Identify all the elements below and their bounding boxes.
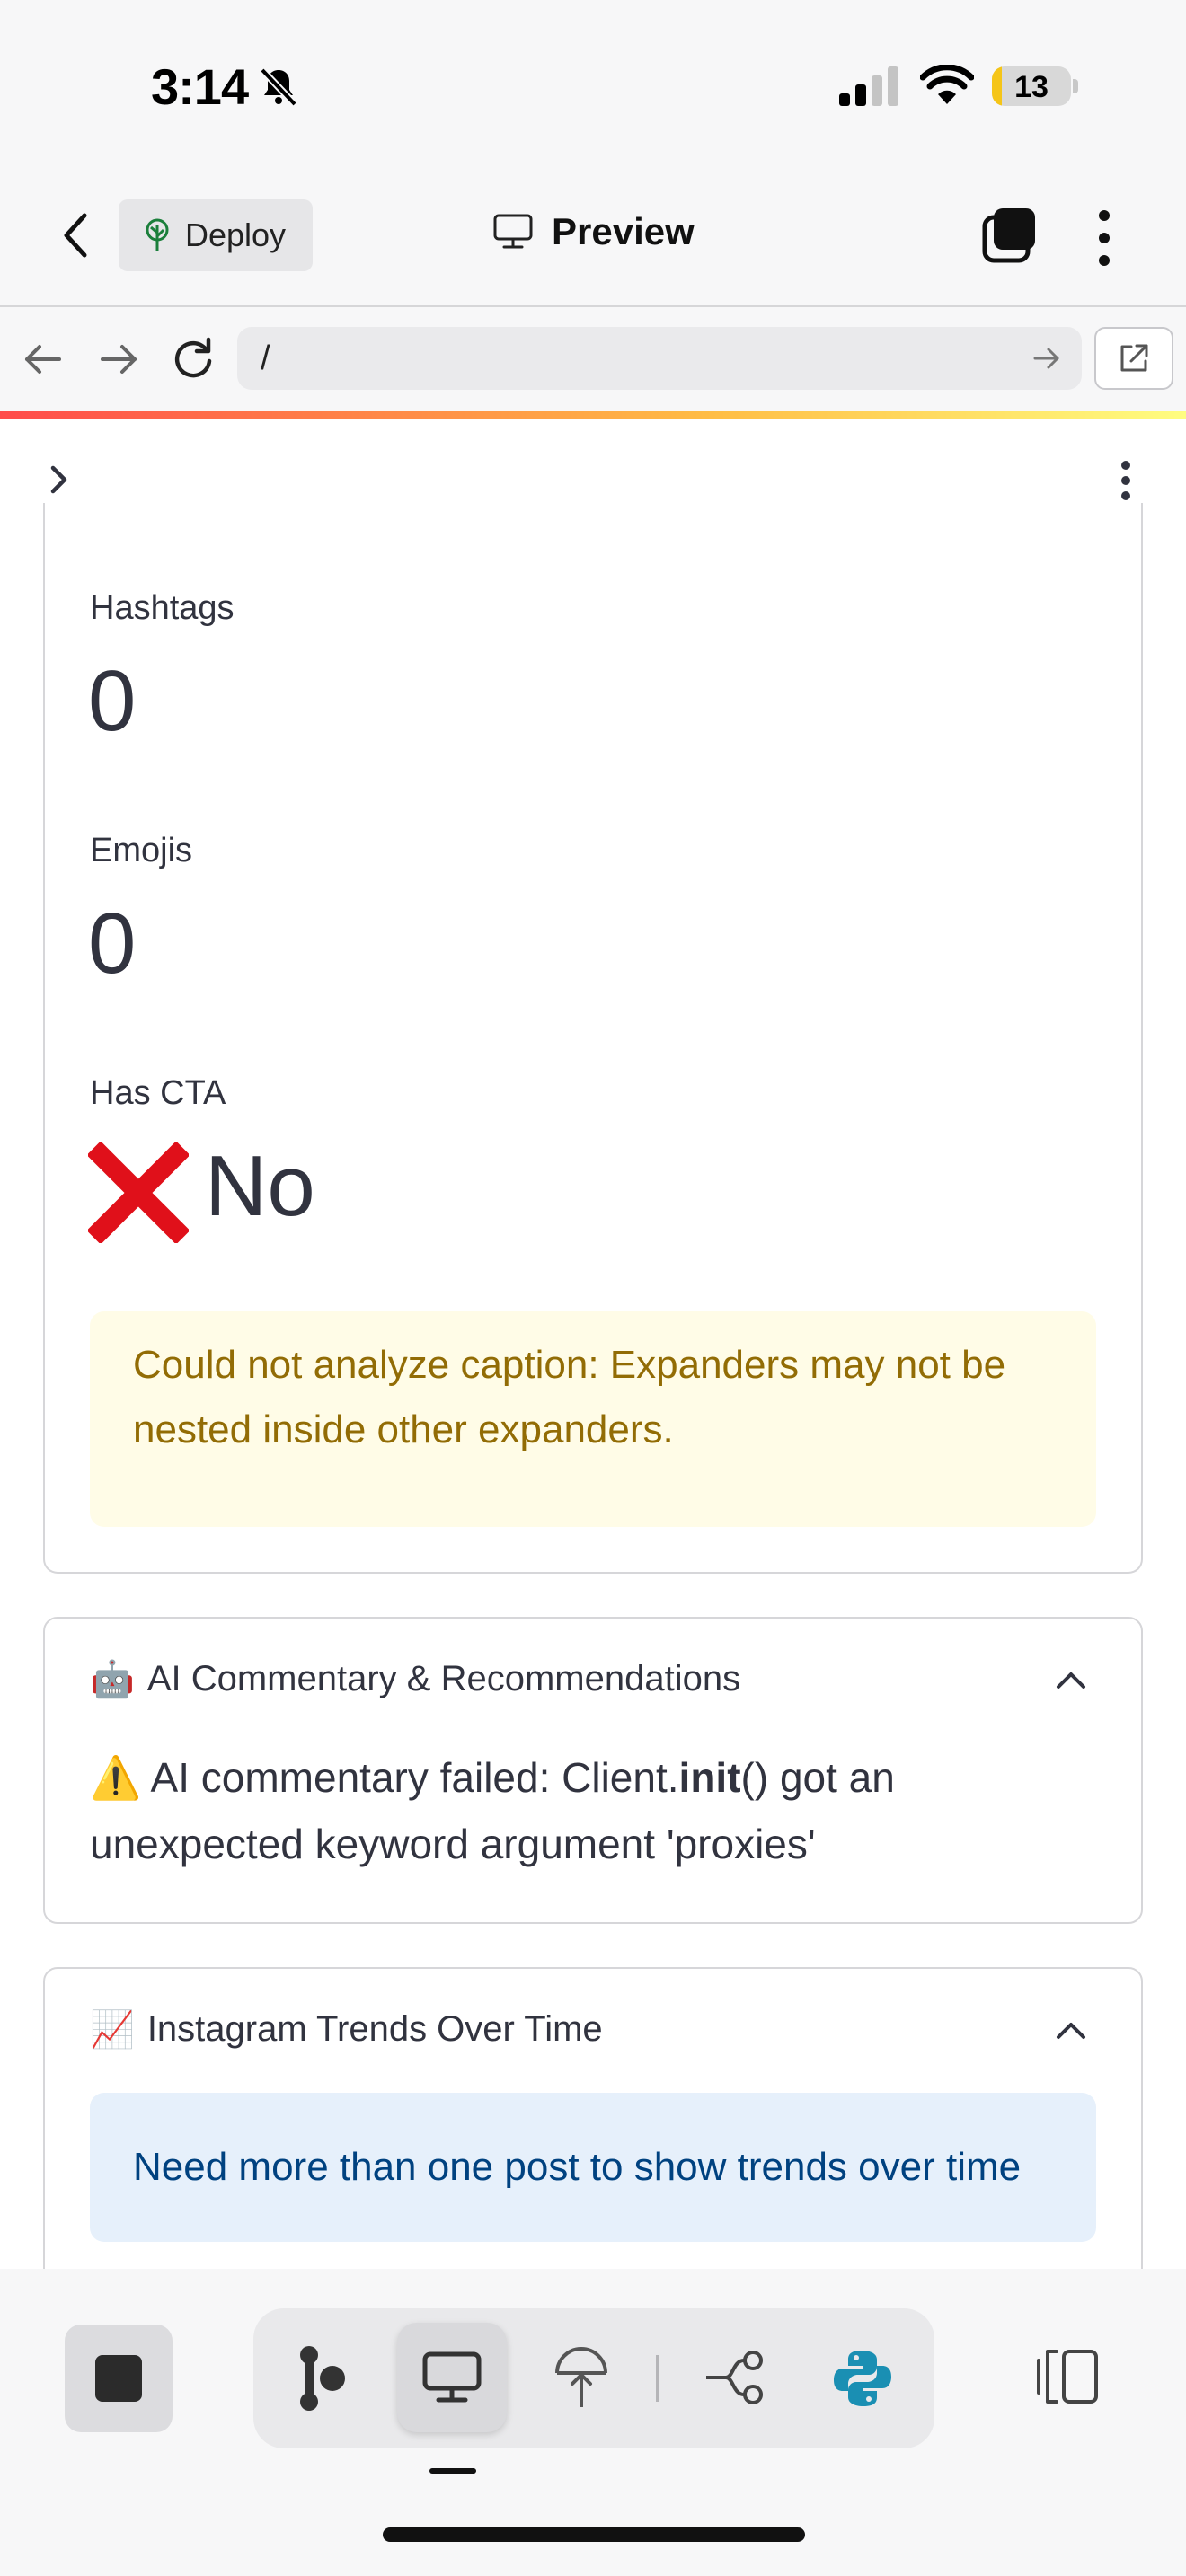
preview-title: Preview xyxy=(492,210,695,253)
cross-mark-icon xyxy=(88,1142,189,1243)
main-menu-icon[interactable] xyxy=(1114,460,1137,501)
split-view-icon[interactable] xyxy=(1035,2348,1102,2405)
monitor-icon xyxy=(422,2351,482,2403)
battery-indicator: 13 xyxy=(992,66,1071,106)
error-bold: init xyxy=(678,1754,741,1801)
trends-header[interactable]: 📈 Instagram Trends Over Time xyxy=(90,2008,603,2051)
deploy-icon[interactable] xyxy=(553,2346,609,2411)
chart-increasing-icon: 📈 xyxy=(90,2010,135,2050)
agent-icon[interactable] xyxy=(296,2344,350,2413)
status-time: 3:14 xyxy=(151,58,249,115)
toolbar-divider xyxy=(656,2355,659,2402)
deploy-tree-icon xyxy=(146,218,169,251)
trends-title: Instagram Trends Over Time xyxy=(146,2009,603,2049)
info-text: Need more than one post to show trends o… xyxy=(133,2145,1022,2189)
metric-label-hashtags: Hashtags xyxy=(90,589,235,627)
metric-label-emojis: Emojis xyxy=(90,832,193,869)
metric-value-emojis: 0 xyxy=(88,895,137,992)
app-header: Deploy Preview xyxy=(0,171,1186,307)
stop-button[interactable] xyxy=(65,2325,173,2432)
preview-title-text: Preview xyxy=(552,210,695,252)
ai-commentary-error: ⚠️ AI commentary failed: Client.init() g… xyxy=(90,1744,1096,1877)
warning-text: Could not analyze caption: Expanders may… xyxy=(133,1343,1006,1451)
battery-nub xyxy=(1073,79,1078,93)
metric-value-has-cta: No xyxy=(205,1138,315,1234)
warning-icon: ⚠️ xyxy=(90,1754,142,1801)
go-arrow-icon[interactable] xyxy=(1033,347,1060,370)
sidebar-expand-icon[interactable] xyxy=(49,463,70,496)
url-text: / xyxy=(261,339,270,377)
python-icon[interactable] xyxy=(832,2348,893,2409)
chevron-up-icon[interactable] xyxy=(1055,1669,1087,1690)
deploy-label: Deploy xyxy=(185,216,287,253)
external-link-icon xyxy=(1120,344,1148,372)
deploy-button[interactable]: Deploy xyxy=(119,199,314,271)
back-chevron-icon[interactable] xyxy=(58,210,93,260)
metric-value-hashtags: 0 xyxy=(88,653,137,749)
reload-icon[interactable] xyxy=(171,336,216,381)
warning-alert: Could not analyze caption: Expanders may… xyxy=(90,1311,1096,1527)
info-alert: Need more than one post to show trends o… xyxy=(90,2093,1096,2242)
stop-icon xyxy=(95,2355,142,2402)
nav-back-icon[interactable] xyxy=(23,343,63,375)
robot-icon: 🤖 xyxy=(90,1660,135,1699)
open-external-button[interactable] xyxy=(1094,327,1173,390)
bell-muted-icon xyxy=(260,67,297,107)
battery-level: 13 xyxy=(1014,70,1049,104)
tool-group xyxy=(253,2308,934,2448)
more-vertical-icon[interactable] xyxy=(1093,208,1116,268)
chevron-up-icon[interactable] xyxy=(1055,2019,1087,2041)
nav-forward-icon[interactable] xyxy=(99,343,138,375)
browser-toolbar: / xyxy=(0,307,1186,411)
error-prefix: AI commentary failed: Client. xyxy=(150,1754,679,1801)
active-tab-indicator xyxy=(429,2468,476,2474)
preview-tab-button[interactable] xyxy=(397,2323,507,2432)
monitor-icon xyxy=(493,214,533,249)
tabs-switcher-icon[interactable] xyxy=(981,207,1039,264)
cellular-signal-icon xyxy=(839,66,898,106)
metric-label-has-cta: Has CTA xyxy=(90,1074,226,1112)
wifi-icon xyxy=(920,65,974,104)
ai-commentary-header[interactable]: 🤖 AI Commentary & Recommendations xyxy=(90,1658,740,1700)
status-bar: 3:14 13 xyxy=(0,0,1186,171)
url-input[interactable]: / xyxy=(237,327,1082,390)
home-indicator xyxy=(383,2527,805,2542)
ai-commentary-title: AI Commentary & Recommendations xyxy=(146,1659,741,1698)
git-branch-icon[interactable] xyxy=(703,2350,767,2405)
app-decoration-bar xyxy=(0,411,1186,419)
